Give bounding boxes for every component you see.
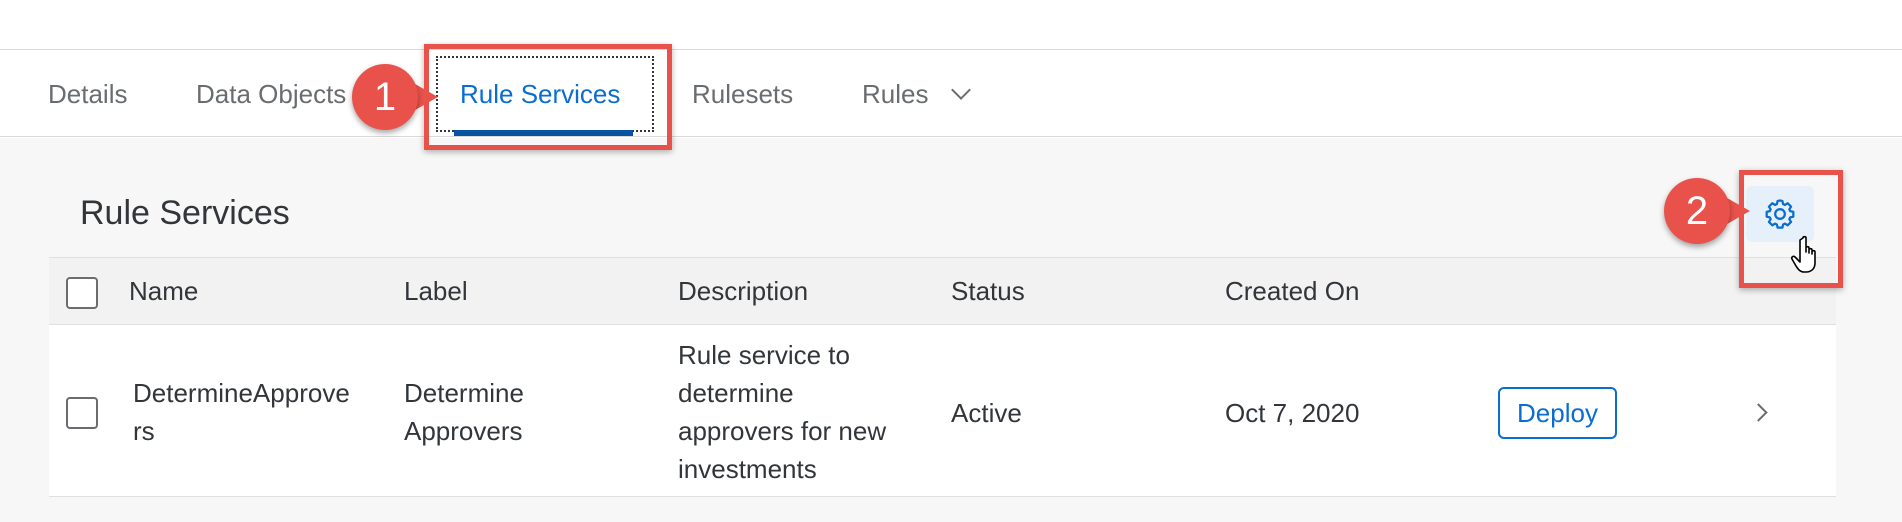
section-title: Rule Services	[80, 194, 290, 232]
cell-name-line: DetermineApprove	[133, 378, 350, 408]
row-select-checkbox[interactable]	[66, 397, 98, 429]
tab-focus-outline	[436, 56, 654, 132]
deploy-button[interactable]: Deploy	[1498, 387, 1617, 439]
tab-label: Rules	[862, 78, 929, 109]
cell-description-line: Rule service to	[678, 340, 850, 370]
cell-label: Determine Approvers	[404, 374, 524, 450]
cell-description: Rule service to determine approvers for …	[678, 336, 886, 488]
tab-rules[interactable]: Rules	[862, 51, 972, 137]
cell-label-line: Determine	[404, 378, 524, 408]
cell-name: DetermineApprove rs	[133, 374, 350, 450]
chevron-right-icon[interactable]	[1749, 403, 1768, 422]
cell-label-line: Approvers	[404, 416, 523, 446]
column-header-name[interactable]: Name	[129, 258, 198, 325]
column-header-description[interactable]: Description	[678, 258, 808, 325]
settings-button[interactable]	[1746, 186, 1814, 242]
tab-rulesets[interactable]: Rulesets	[692, 51, 793, 137]
cell-description-line: determine	[678, 378, 794, 408]
table-row[interactable]: DetermineApprove rs Determine Approvers …	[49, 326, 1836, 498]
top-bar	[0, 0, 1902, 50]
active-tab-indicator	[454, 130, 633, 136]
cell-name-line: rs	[133, 416, 155, 446]
tab-label: Rulesets	[692, 78, 794, 109]
tab-data-objects[interactable]: Data Objects	[196, 51, 346, 137]
tab-label: Details	[48, 78, 128, 109]
tab-bar: Details Data Objects Rule Services Rules…	[0, 51, 1902, 137]
table-header: Name Label Description Status Created On	[49, 258, 1836, 325]
cell-status: Active	[951, 398, 1022, 428]
cell-description-line: approvers for new	[678, 416, 887, 446]
select-all-checkbox[interactable]	[66, 277, 98, 309]
column-header-created-on[interactable]: Created On	[1225, 258, 1359, 325]
cell-created-on: Oct 7, 2020	[1225, 398, 1360, 428]
tab-label: Data Objects	[196, 78, 347, 109]
chevron-down-icon	[951, 80, 972, 100]
gear-icon	[1765, 199, 1795, 229]
column-header-label[interactable]: Label	[404, 258, 468, 325]
column-header-status[interactable]: Status	[951, 258, 1025, 325]
tab-details[interactable]: Details	[48, 51, 127, 137]
rule-services-table: Name Label Description Status Created On…	[49, 257, 1836, 497]
cell-description-line: investments	[678, 454, 817, 484]
